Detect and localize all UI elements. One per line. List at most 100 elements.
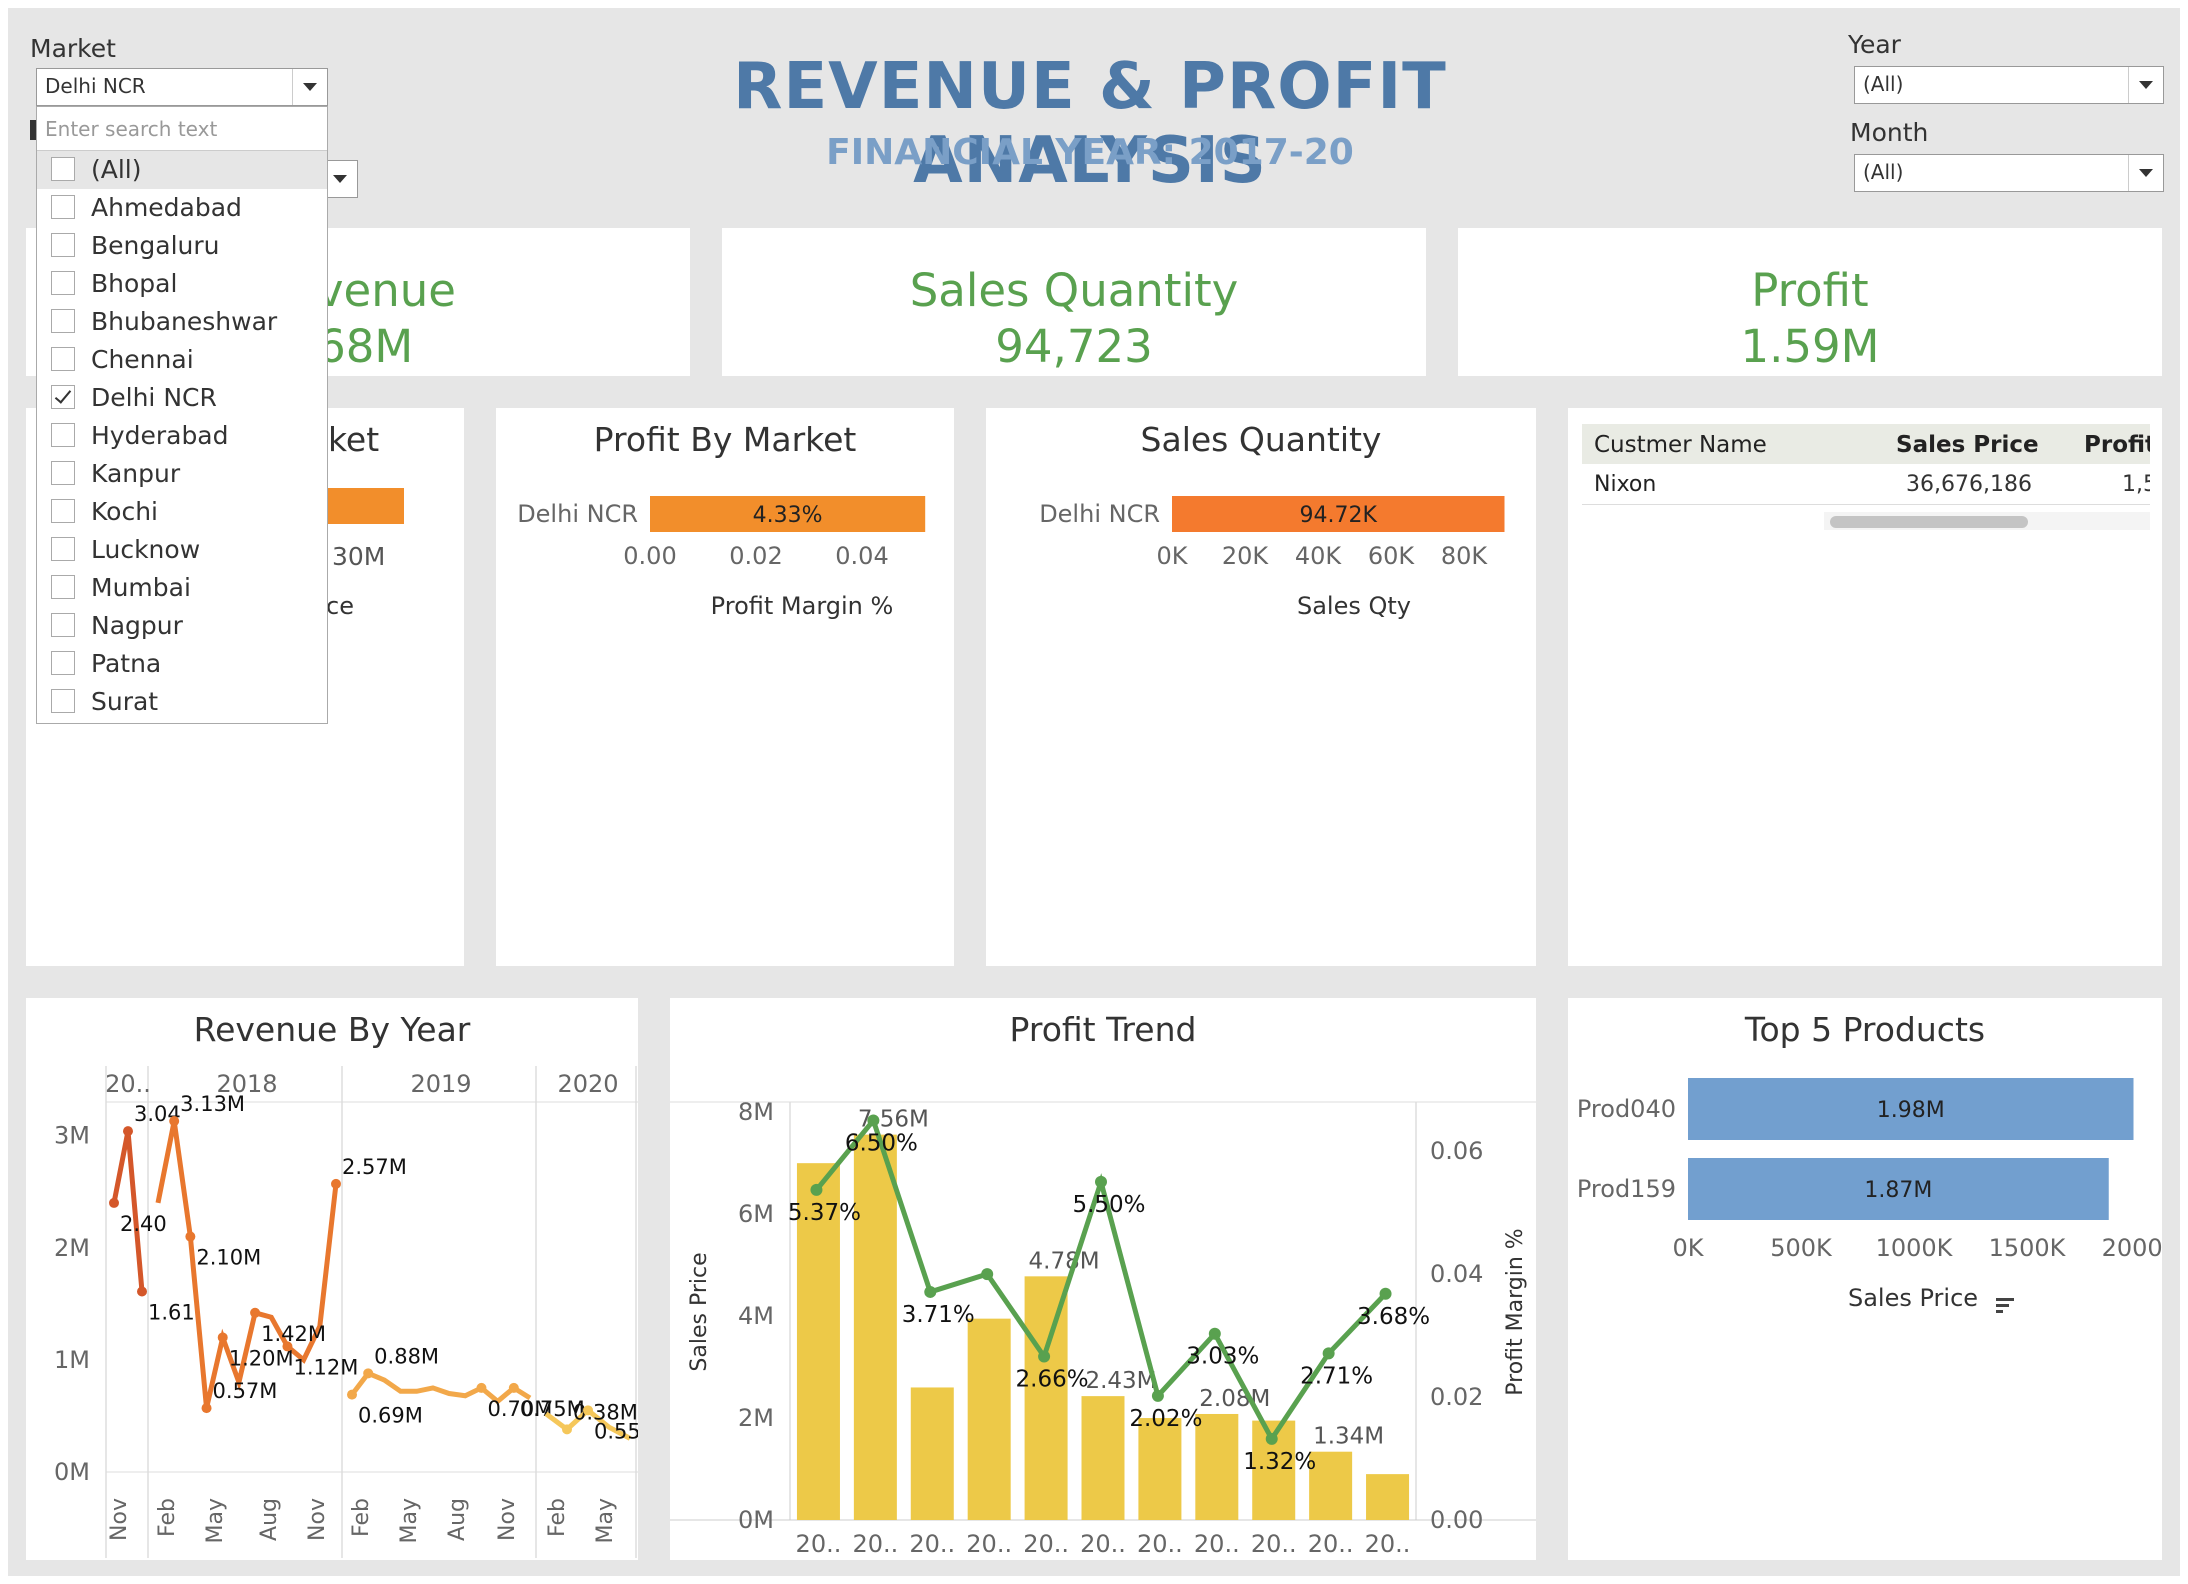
chevron-down-icon[interactable] xyxy=(292,69,327,105)
sales-quantity-chart: Delhi NCR 94.72K 0K 20K 40K 60K 80K Sales Qty xyxy=(1039,496,1505,620)
kpi-profit-value: 1.59M xyxy=(1740,320,1880,373)
checkbox-icon[interactable] xyxy=(51,195,75,219)
x-tick-label: 0.04 xyxy=(835,542,888,570)
revenue-point xyxy=(282,1341,293,1352)
sales-price-bar xyxy=(1366,1474,1410,1520)
market-option[interactable]: Chennai xyxy=(37,341,327,379)
market-option[interactable]: Kanpur xyxy=(37,455,327,493)
profit-margin-point xyxy=(1322,1347,1335,1360)
revenue-by-market-bar[interactable] xyxy=(326,488,404,524)
x-tick-label: 20.. xyxy=(1137,1530,1183,1558)
profit-trend-chart: 8M 6M 4M 2M 0M 0.06 0.04 0.02 0.00 Sales Price Pro… xyxy=(670,1098,1536,1558)
month-filter-select[interactable]: (All) xyxy=(1854,154,2164,192)
table-header-customer[interactable]: Custmer Name xyxy=(1594,432,1767,458)
market-option-label: Bengaluru xyxy=(91,231,220,260)
checkbox-icon[interactable] xyxy=(51,347,75,371)
profit-margin-point xyxy=(1208,1327,1221,1340)
market-option[interactable]: Ahmedabad xyxy=(37,189,327,227)
table-cell-profit: 1,5 xyxy=(2122,472,2150,497)
x-tick-label: 20K xyxy=(1222,542,1270,570)
x-tick-label: 20.. xyxy=(1251,1530,1297,1558)
market-filter-select[interactable]: Delhi NCR xyxy=(36,68,328,106)
checkbox-icon[interactable] xyxy=(51,499,75,523)
checkbox-icon[interactable] xyxy=(51,461,75,485)
line-data-label: 5.50% xyxy=(1072,1192,1145,1218)
checkbox-icon[interactable] xyxy=(51,537,75,561)
market-option[interactable]: Bengaluru xyxy=(37,227,327,265)
checkbox-icon[interactable] xyxy=(51,423,75,447)
market-option[interactable]: Lucknow xyxy=(37,531,327,569)
year-filter-select[interactable]: (All) xyxy=(1854,66,2164,104)
market-filter-value: Delhi NCR xyxy=(45,74,146,98)
chevron-down-icon[interactable] xyxy=(2128,67,2163,103)
market-option[interactable]: Mumbai xyxy=(37,569,327,607)
customer-table-card: Custmer Name Sales Price Profit Nixon 36… xyxy=(1568,408,2162,966)
x-tick-label: 2000K xyxy=(2102,1234,2162,1262)
table-header-sales-price[interactable]: Sales Price xyxy=(1896,432,2039,458)
bar-data-label: 1.34M xyxy=(1313,1424,1384,1450)
profit-margin-point xyxy=(810,1183,823,1196)
year-header: 2020 xyxy=(557,1070,618,1098)
market-option[interactable]: Patna xyxy=(37,645,327,683)
chevron-down-icon[interactable] xyxy=(2128,155,2163,191)
second-filter-select[interactable] xyxy=(326,160,358,198)
market-dropdown-list[interactable]: Enter search text (All) Ahmedabad Bengalur… xyxy=(36,106,328,724)
market-option[interactable]: Hyderabad xyxy=(37,417,327,455)
market-option[interactable]: Surat xyxy=(37,683,327,721)
market-option[interactable]: Kochi xyxy=(37,493,327,531)
profit-margin-point xyxy=(1265,1432,1278,1445)
table-cell-sales-price: 36,676,186 xyxy=(1906,472,2032,497)
revenue-point xyxy=(476,1382,487,1393)
checkbox-checked-icon[interactable] xyxy=(51,385,75,409)
line-data-label: 5.37% xyxy=(788,1200,861,1226)
y-tick-label: 2M xyxy=(54,1234,90,1262)
market-filter-label: Market xyxy=(30,34,116,63)
checkbox-icon[interactable] xyxy=(51,157,75,181)
chevron-down-icon[interactable] xyxy=(323,161,357,197)
revenue-point xyxy=(347,1389,357,1400)
revenue-point xyxy=(583,1405,593,1416)
sales-price-bar xyxy=(1138,1418,1182,1520)
market-option[interactable]: Nagpur xyxy=(37,607,327,645)
bar-data-label: 1.98M xyxy=(1877,1098,1945,1123)
revenue-point xyxy=(331,1178,341,1189)
market-search-input[interactable]: Enter search text xyxy=(37,107,327,151)
revenue-point xyxy=(508,1382,519,1393)
revenue-data-label: 2.57M xyxy=(342,1155,407,1179)
x-tick-label: 40K xyxy=(1295,542,1343,570)
sort-icon xyxy=(1996,1298,2014,1301)
y-tick-label: 6M xyxy=(738,1200,774,1228)
checkbox-icon[interactable] xyxy=(51,233,75,257)
kpi-sales-quantity-title: Sales Quantity xyxy=(909,264,1239,317)
revenue-data-label: 0.69M xyxy=(358,1404,423,1428)
kpi-card-profit: Profit 1.59M xyxy=(1458,228,2162,376)
table-header-profit[interactable]: Profit xyxy=(2084,432,2150,458)
market-option[interactable]: Bhubaneshwar xyxy=(37,303,327,341)
market-option-label: Delhi NCR xyxy=(91,383,217,412)
x-tick-label: 20.. xyxy=(1365,1530,1411,1558)
x-tick-label: Feb xyxy=(545,1498,570,1537)
profit-margin-point xyxy=(1379,1287,1392,1300)
checkbox-icon[interactable] xyxy=(51,613,75,637)
table-row[interactable]: Nixon 36,676,186 1,5 xyxy=(1582,464,2150,505)
revenue-by-year-card: Revenue By Year 20.. 2018 2019 2020 3M 2M 1M 0M… xyxy=(26,998,638,1560)
profit-margin-point xyxy=(1095,1175,1107,1188)
revenue-data-label: 1.42M xyxy=(261,1322,326,1346)
market-option[interactable]: (All) xyxy=(37,151,327,189)
revenue-point xyxy=(363,1368,374,1379)
bar-data-label: 94.72K xyxy=(1300,503,1378,528)
checkbox-icon[interactable] xyxy=(51,651,75,675)
sales-quantity-card: Sales Quantity Delhi NCR 94.72K 0K 20K 40K 60… xyxy=(986,408,1536,966)
market-option[interactable]: Bhopal xyxy=(37,265,327,303)
checkbox-icon[interactable] xyxy=(51,271,75,295)
top-products-chart: Prod040 1.98M Prod159 1.87M 0K 500K 1000K 1500K… xyxy=(1577,1078,2162,1313)
checkbox-icon[interactable] xyxy=(51,575,75,599)
checkbox-icon[interactable] xyxy=(51,309,75,333)
market-option[interactable]: Delhi NCR xyxy=(37,379,327,417)
market-option-label: Chennai xyxy=(91,345,194,374)
table-horizontal-scrollbar-thumb[interactable] xyxy=(1830,516,2028,528)
x-tick-label: May xyxy=(593,1498,618,1543)
checkbox-icon[interactable] xyxy=(51,689,75,713)
y-tick-label: 1M xyxy=(54,1346,90,1374)
bar-category-label: Delhi NCR xyxy=(1039,500,1160,528)
